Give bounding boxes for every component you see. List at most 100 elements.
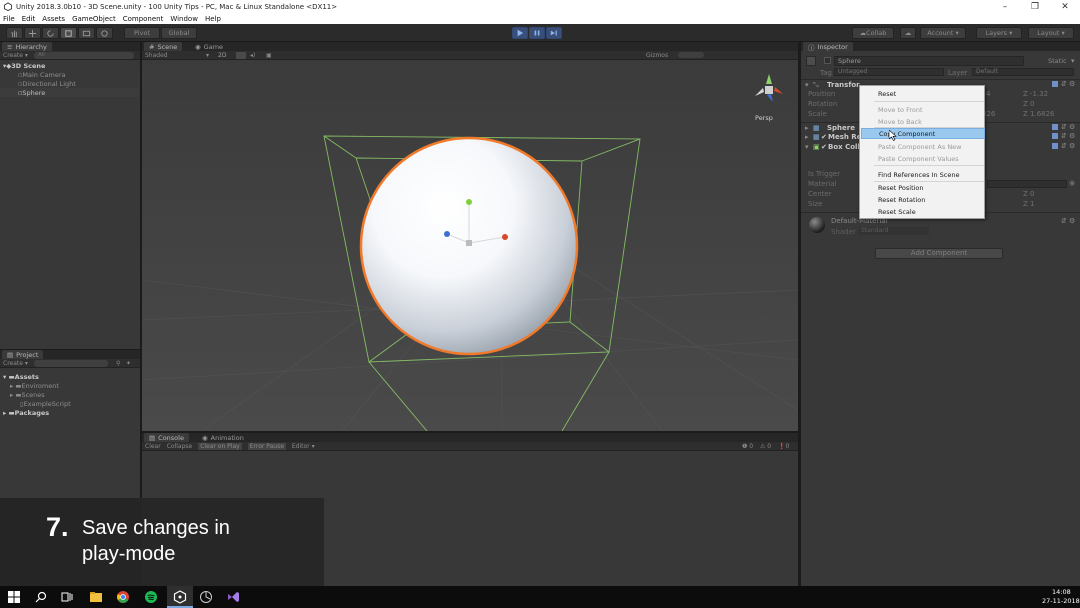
gizmo-x-handle[interactable] <box>502 234 508 240</box>
tab-project[interactable]: ▤ Project <box>2 350 44 359</box>
favorite-icon[interactable]: ✦ <box>126 360 131 367</box>
taskbar-unity-active[interactable] <box>167 586 193 608</box>
project-item-packages[interactable]: ▸ ▬ Packages <box>0 408 139 417</box>
filter-icon[interactable]: ⚲ <box>116 360 120 367</box>
project-item-scenes[interactable]: ▸ ▬ Scenes <box>0 390 139 399</box>
move-tool-button[interactable] <box>24 27 41 39</box>
transform-tool-button[interactable] <box>96 27 113 39</box>
unity-hub-icon[interactable] <box>199 590 213 604</box>
console-collapse-button[interactable]: Collapse <box>167 443 193 450</box>
static-checkbox[interactable]: Static <box>1048 57 1067 65</box>
2d-toggle[interactable]: 2D <box>218 52 226 59</box>
scene-search-input[interactable] <box>678 52 704 58</box>
preset-icon[interactable]: ⇵ <box>1061 123 1067 131</box>
gizmo-center-handle[interactable] <box>466 240 472 246</box>
gear-icon[interactable]: ⚙ <box>1069 80 1075 88</box>
help-icon[interactable] <box>1052 143 1058 149</box>
preset-icon[interactable]: ⇵ <box>1061 217 1067 225</box>
menu-item-move-to-front[interactable]: Move to Front <box>861 104 985 115</box>
menu-assets[interactable]: Assets <box>42 15 65 23</box>
menu-item-reset[interactable]: Reset <box>861 88 985 99</box>
menu-window[interactable]: Window <box>170 15 198 23</box>
hierarchy-item-directional-light[interactable]: ▫ Directional Light <box>0 79 139 88</box>
visual-studio-icon[interactable] <box>226 590 240 604</box>
tab-game[interactable]: ◉ Game <box>190 42 228 51</box>
error-count-icon[interactable]: ❗0 <box>778 443 789 450</box>
size-z-field[interactable]: Z 1 <box>1023 200 1034 208</box>
menu-help[interactable]: Help <box>205 15 221 23</box>
hand-tool-button[interactable] <box>6 27 23 39</box>
center-z-field[interactable]: Z 0 <box>1023 190 1034 198</box>
object-picker-icon[interactable]: ◉ <box>1069 179 1075 187</box>
preset-icon[interactable]: ⇵ <box>1061 142 1067 150</box>
lighting-toggle-icon[interactable] <box>236 51 246 59</box>
layout-dropdown[interactable]: Layout ▾ <box>1028 27 1074 39</box>
shading-dropdown[interactable]: Shaded <box>145 52 168 59</box>
gizmo-y-handle[interactable] <box>466 199 472 205</box>
warning-count-icon[interactable]: ⚠ 0 <box>760 443 771 450</box>
gizmo-z-handle[interactable] <box>444 231 450 237</box>
clock-date[interactable]: 27-11-2018 <box>1042 597 1080 605</box>
project-create-button[interactable]: Create <box>3 360 23 367</box>
collab-button[interactable]: ☁ Collab <box>852 27 894 39</box>
menu-item-find-references[interactable]: Find References In Scene <box>861 169 985 180</box>
maximize-icon[interactable]: ❐ <box>1020 2 1050 12</box>
preset-icon[interactable]: ⇵ <box>1061 132 1067 140</box>
menu-gameobject[interactable]: GameObject <box>72 15 116 23</box>
hierarchy-create-button[interactable]: Create <box>3 52 23 59</box>
rect-tool-button[interactable] <box>78 27 95 39</box>
gear-icon[interactable]: ⚙ <box>1069 142 1075 150</box>
tab-inspector[interactable]: ⓘ Inspector <box>803 42 853 52</box>
rotate-tool-button[interactable] <box>42 27 59 39</box>
layers-dropdown[interactable]: Layers ▾ <box>976 27 1022 39</box>
menu-item-paste-component-as-new[interactable]: Paste Component As New <box>861 141 985 152</box>
menu-edit[interactable]: Edit <box>22 15 36 23</box>
menu-item-copy-component[interactable]: Copy Component <box>861 128 985 139</box>
close-icon[interactable]: ✕ <box>1050 2 1080 12</box>
windows-start-icon[interactable] <box>7 590 21 604</box>
tab-console[interactable]: ▤ Console <box>144 433 189 442</box>
services-button[interactable]: ☁ <box>900 27 916 39</box>
scene-root-item[interactable]: ▾ ◆ 3D Scene <box>0 61 139 70</box>
scale-z-field[interactable]: Z 1.6826 <box>1023 110 1055 118</box>
console-error-pause-toggle[interactable]: Error Pause <box>247 442 286 450</box>
scene-viewport[interactable]: Persp <box>142 60 798 431</box>
help-icon[interactable] <box>1052 133 1058 139</box>
menu-item-reset-rotation[interactable]: Reset Rotation <box>861 194 985 205</box>
material-field[interactable] <box>987 180 1067 188</box>
console-editor-dropdown[interactable]: Editor <box>292 443 310 450</box>
project-item-assets[interactable]: ▾ ▬ Assets <box>0 372 139 381</box>
gear-icon[interactable]: ⚙ <box>1069 123 1075 131</box>
preset-icon[interactable]: ⇵ <box>1061 80 1067 88</box>
pivot-toggle[interactable]: Pivot <box>124 27 160 39</box>
layer-dropdown[interactable]: Default <box>972 68 1074 76</box>
perspective-label[interactable]: Persp <box>755 114 773 122</box>
clock-time[interactable]: 14:08 <box>1052 588 1071 596</box>
spotify-icon[interactable] <box>144 590 158 604</box>
help-icon[interactable] <box>1052 124 1058 130</box>
search-icon[interactable] <box>34 590 48 604</box>
help-icon[interactable] <box>1052 81 1058 87</box>
scale-tool-button[interactable] <box>60 27 77 39</box>
project-item-script[interactable]: ▯ ExampleScript <box>0 399 139 408</box>
rotation-z-field[interactable]: Z 0 <box>1023 100 1034 108</box>
tag-dropdown[interactable]: Untagged <box>834 68 944 76</box>
chrome-icon[interactable] <box>116 590 130 604</box>
gizmos-dropdown[interactable]: Gizmos <box>646 52 668 59</box>
tab-animation[interactable]: ◉ Animation <box>197 433 249 442</box>
account-dropdown[interactable]: Account ▾ <box>920 27 966 39</box>
tab-hierarchy[interactable]: ≡ Hierarchy <box>2 42 52 51</box>
menu-item-reset-scale[interactable]: Reset Scale <box>861 206 985 217</box>
hierarchy-item-sphere[interactable]: ▫ Sphere <box>0 88 139 97</box>
project-search-input[interactable] <box>34 360 108 367</box>
console-clear-on-play-toggle[interactable]: Clear on Play <box>198 442 242 450</box>
menu-component[interactable]: Component <box>123 15 164 23</box>
position-z-field[interactable]: Z -1.32 <box>1023 90 1048 98</box>
add-component-button[interactable]: Add Component <box>875 248 1003 259</box>
menu-item-paste-component-values[interactable]: Paste Component Values <box>861 153 985 164</box>
menu-item-reset-position[interactable]: Reset Position <box>861 182 985 193</box>
effects-toggle-icon[interactable]: ▣ <box>266 52 272 59</box>
box-collider-checkbox[interactable]: ✔ <box>821 143 827 151</box>
project-item-enviroment[interactable]: ▸ ▬ Enviroment <box>0 381 139 390</box>
gear-icon[interactable]: ⚙ <box>1069 132 1075 140</box>
